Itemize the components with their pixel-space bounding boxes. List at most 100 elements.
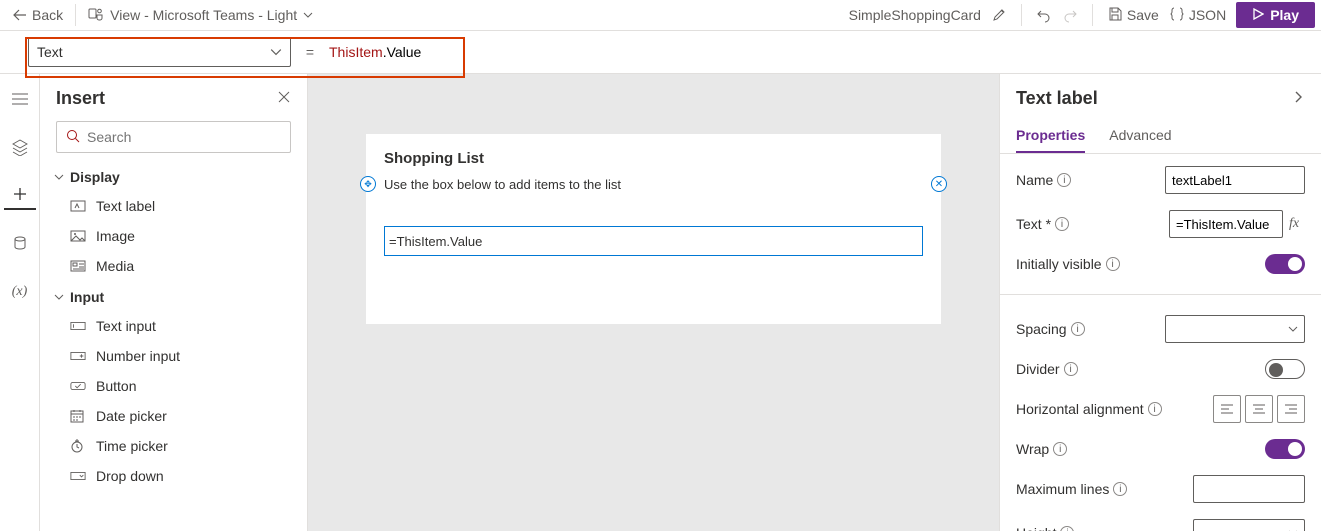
category-input-toggle[interactable]: Input [40, 281, 307, 311]
card-subtitle: Use the box below to add items to the li… [366, 171, 941, 192]
info-icon[interactable]: i [1060, 526, 1074, 531]
image-icon [70, 230, 86, 242]
visible-label: Initially visible [1016, 256, 1102, 272]
halign-label: Horizontal alignment [1016, 401, 1144, 417]
canvas-area[interactable]: Shopping List ✥ ✕ Use the box below to a… [308, 74, 999, 531]
insert-item-image[interactable]: Image [40, 221, 307, 251]
maxlines-input[interactable] [1193, 475, 1305, 503]
insert-item-dropdown[interactable]: Drop down [40, 461, 307, 491]
database-icon [12, 235, 28, 254]
spacing-dropdown[interactable] [1165, 315, 1305, 343]
card-title: Shopping List [366, 134, 941, 171]
fx-button[interactable]: fx [1283, 210, 1305, 238]
category-input-label: Input [70, 289, 104, 305]
delete-handle[interactable]: ✕ [931, 176, 947, 192]
move-handle[interactable]: ✥ [360, 176, 376, 192]
tree-icon [11, 92, 29, 109]
category-display-list: Text label Image Media [40, 191, 307, 281]
selected-text-label[interactable]: =ThisItem.Value [384, 226, 923, 256]
chevron-down-icon [54, 292, 64, 302]
property-panel: Text label Properties Advanced Namei Tex… [999, 74, 1321, 531]
chevron-down-icon [303, 10, 313, 20]
property-panel-title: Text label [1016, 88, 1098, 109]
info-icon[interactable]: i [1055, 217, 1069, 231]
search-icon [65, 128, 81, 147]
insert-search[interactable] [56, 121, 291, 153]
save-icon [1107, 6, 1123, 25]
app-name-label: SimpleShoppingCard [849, 7, 981, 23]
maxlines-label: Maximum lines [1016, 481, 1109, 497]
height-dropdown[interactable] [1193, 519, 1305, 531]
insert-panel-title: Insert [56, 88, 105, 109]
insert-item-text-input[interactable]: Text input [40, 311, 307, 341]
category-display-label: Display [70, 169, 120, 185]
info-icon[interactable]: i [1071, 322, 1085, 336]
teams-icon [88, 6, 104, 25]
text-input-icon [70, 321, 86, 331]
play-icon [1252, 7, 1264, 23]
align-center-button[interactable] [1245, 395, 1273, 423]
expand-panel-button[interactable] [1291, 90, 1305, 107]
back-label: Back [32, 7, 63, 23]
visible-toggle[interactable] [1265, 254, 1305, 274]
insert-item-date-picker[interactable]: Date picker [40, 401, 307, 431]
play-button[interactable]: Play [1236, 2, 1315, 28]
formula-input[interactable]: ThisItem.Value [329, 44, 421, 61]
info-icon[interactable]: i [1057, 173, 1071, 187]
save-button[interactable]: Save [1107, 6, 1159, 25]
divider-toggle[interactable] [1265, 359, 1305, 379]
info-icon[interactable]: i [1053, 442, 1067, 456]
edit-name-button[interactable] [991, 7, 1007, 23]
category-input-list: Text input Number input Button Date pick… [40, 311, 307, 491]
rail-variables-button[interactable]: (x) [4, 278, 36, 306]
align-right-button[interactable] [1277, 395, 1305, 423]
play-label: Play [1270, 7, 1299, 23]
rail-insert-button[interactable] [4, 182, 36, 210]
formula-bar: Text = ThisItem.Value [0, 31, 1321, 74]
property-selector[interactable]: Text [28, 37, 291, 67]
insert-item-number-input[interactable]: Number input [40, 341, 307, 371]
rail-database-button[interactable] [4, 230, 36, 258]
name-label: Name [1016, 172, 1053, 188]
insert-item-text-label[interactable]: Text label [40, 191, 307, 221]
category-display-toggle[interactable]: Display [40, 161, 307, 191]
number-input-icon [70, 351, 86, 361]
info-icon[interactable]: i [1113, 482, 1127, 496]
button-icon [70, 381, 86, 391]
top-toolbar: Back View - Microsoft Teams - Light Simp… [0, 0, 1321, 31]
close-panel-button[interactable] [277, 90, 291, 107]
date-icon [70, 409, 86, 423]
view-mode-dropdown[interactable]: View - Microsoft Teams - Light [88, 6, 313, 25]
info-icon[interactable]: i [1064, 362, 1078, 376]
info-icon[interactable]: i [1106, 257, 1120, 271]
insert-item-time-picker[interactable]: Time picker [40, 431, 307, 461]
plus-icon [12, 186, 28, 205]
back-button[interactable]: Back [12, 7, 63, 23]
rail-tree-button[interactable] [4, 86, 36, 114]
spacing-label: Spacing [1016, 321, 1067, 337]
insert-search-input[interactable] [87, 129, 282, 145]
tab-advanced[interactable]: Advanced [1109, 119, 1171, 153]
view-mode-label: View - Microsoft Teams - Light [110, 7, 297, 23]
insert-item-media[interactable]: Media [40, 251, 307, 281]
info-icon[interactable]: i [1148, 402, 1162, 416]
insert-item-button[interactable]: Button [40, 371, 307, 401]
undo-button[interactable] [1036, 7, 1052, 23]
chevron-down-icon [270, 46, 282, 58]
wrap-toggle[interactable] [1265, 439, 1305, 459]
align-left-button[interactable] [1213, 395, 1241, 423]
tab-properties[interactable]: Properties [1016, 119, 1085, 153]
property-selector-value: Text [37, 44, 63, 60]
text-input[interactable] [1169, 210, 1283, 238]
json-label: JSON [1189, 7, 1226, 23]
chevron-down-icon [54, 172, 64, 182]
insert-panel: Insert Display Text label Image [40, 74, 308, 531]
rail-data-button[interactable] [4, 134, 36, 162]
wrap-label: Wrap [1016, 441, 1049, 457]
name-input[interactable] [1165, 166, 1305, 194]
shopping-card[interactable]: Shopping List ✥ ✕ Use the box below to a… [366, 134, 941, 324]
divider-label: Divider [1016, 361, 1060, 377]
media-icon [70, 260, 86, 272]
json-button[interactable]: JSON [1169, 6, 1226, 25]
chevron-down-icon [1288, 324, 1298, 334]
